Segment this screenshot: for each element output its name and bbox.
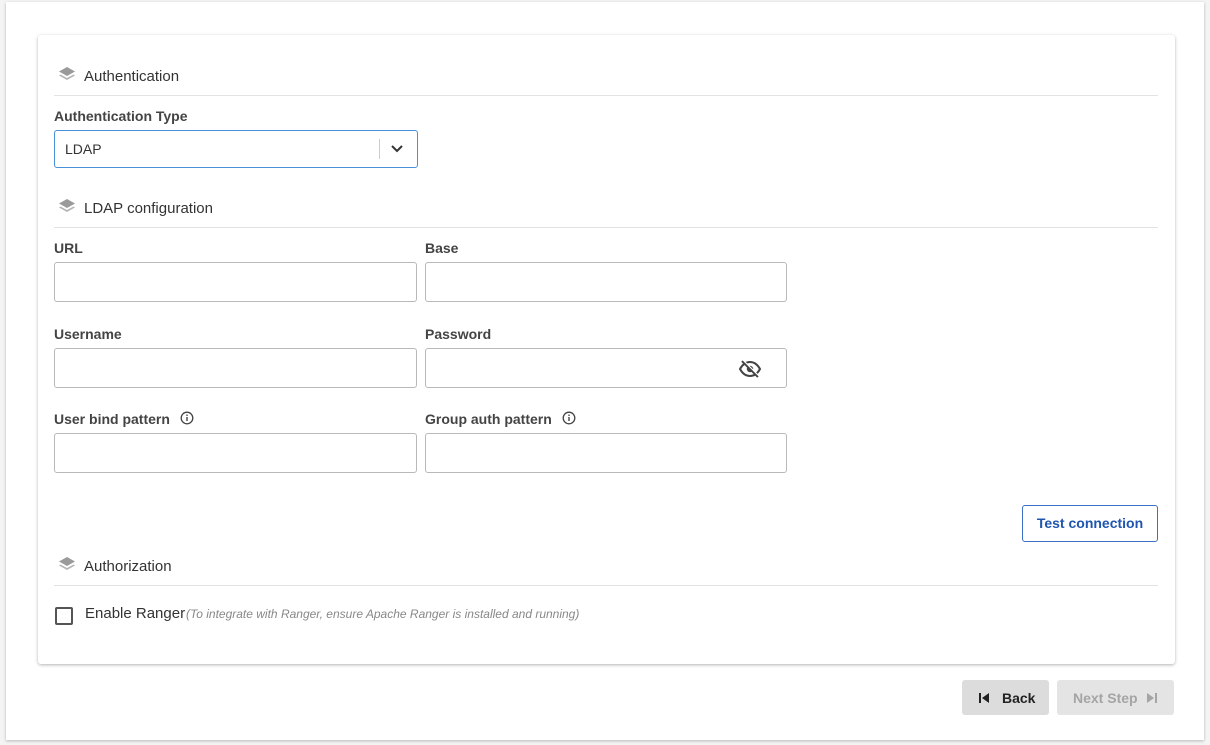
user-bind-pattern-input[interactable]	[54, 433, 417, 473]
base-label: Base	[425, 240, 459, 256]
back-button-label: Back	[1002, 690, 1036, 706]
authentication-type-value: LDAP	[65, 141, 102, 157]
url-label: URL	[54, 240, 83, 256]
enable-ranger-label[interactable]: Enable Ranger	[85, 605, 185, 622]
group-auth-pattern-label: Group auth pattern	[425, 411, 576, 428]
test-connection-button[interactable]: Test connection	[1022, 505, 1158, 542]
skip-back-icon	[978, 691, 990, 707]
password-label: Password	[425, 326, 492, 342]
section-title: LDAP configuration	[84, 200, 213, 217]
next-step-button-label: Next Step	[1073, 690, 1138, 706]
authorization-section-header: Authorization	[54, 552, 1158, 586]
base-input[interactable]	[425, 262, 787, 302]
layers-icon	[57, 65, 77, 85]
url-input[interactable]	[54, 262, 417, 302]
authentication-type-select[interactable]: LDAP	[54, 130, 418, 168]
eye-off-icon[interactable]	[738, 359, 762, 384]
authentication-section-header: Authentication	[54, 62, 1158, 96]
section-title: Authentication	[84, 68, 180, 85]
layers-icon	[57, 555, 77, 575]
user-bind-pattern-label: User bind pattern	[54, 411, 194, 428]
enable-ranger-hint: (To integrate with Ranger, ensure Apache…	[186, 607, 580, 621]
group-auth-pattern-input[interactable]	[425, 433, 787, 473]
page: Authentication Authentication Type LDAP …	[6, 2, 1204, 740]
section-title: Authorization	[84, 558, 172, 575]
enable-ranger-checkbox[interactable]	[55, 607, 73, 625]
info-icon[interactable]	[562, 411, 576, 428]
layers-icon	[57, 197, 77, 217]
select-separator	[379, 139, 380, 159]
settings-card: Authentication Authentication Type LDAP …	[38, 35, 1175, 664]
chevron-down-icon[interactable]	[389, 140, 405, 161]
next-step-button[interactable]: Next Step	[1057, 680, 1174, 715]
skip-forward-icon	[1146, 691, 1158, 707]
ldap-section-header: LDAP configuration	[54, 194, 1158, 228]
username-input[interactable]	[54, 348, 417, 388]
group-auth-pattern-text: Group auth pattern	[425, 411, 552, 427]
info-icon[interactable]	[180, 411, 194, 428]
username-label: Username	[54, 326, 122, 342]
password-field[interactable]	[425, 348, 787, 388]
authentication-type-label: Authentication Type	[54, 108, 188, 124]
back-button[interactable]: Back	[962, 680, 1049, 715]
user-bind-pattern-text: User bind pattern	[54, 411, 170, 427]
